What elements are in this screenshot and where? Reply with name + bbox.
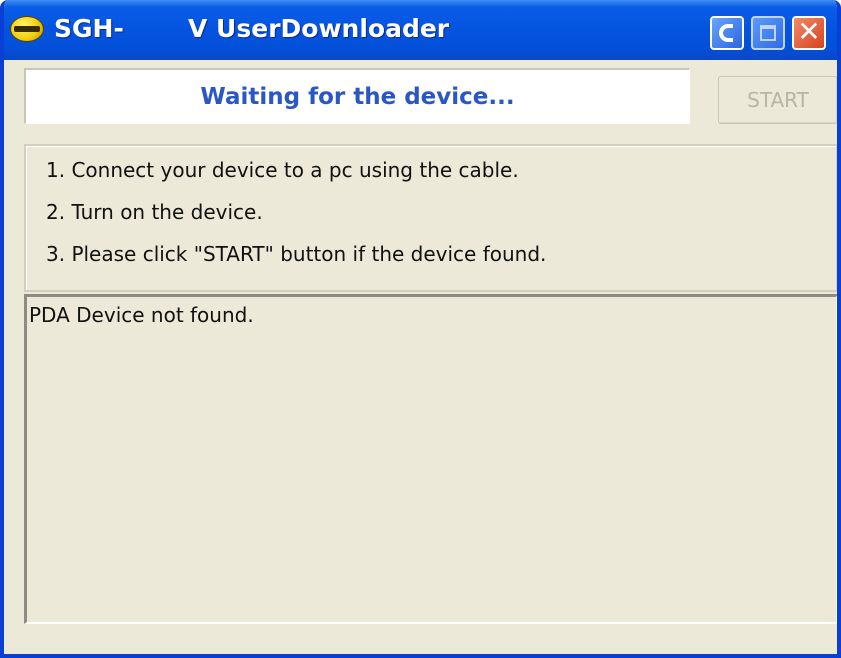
window-title: V UserDownloader bbox=[188, 14, 450, 43]
minimize-icon bbox=[719, 24, 733, 42]
status-display: Waiting for the device... bbox=[24, 68, 690, 124]
app-window: SGH- V UserDownloader ✕ Waiting for the … bbox=[0, 0, 841, 658]
app-logo-icon bbox=[10, 16, 44, 42]
title-bar[interactable]: SGH- V UserDownloader ✕ bbox=[4, 0, 837, 60]
instruction-step-1: 1. Connect your device to a pc using the… bbox=[46, 158, 519, 182]
minimize-button[interactable] bbox=[710, 16, 744, 50]
log-line: PDA Device not found. bbox=[29, 303, 254, 327]
close-button[interactable]: ✕ bbox=[792, 15, 826, 50]
window-title-prefix: SGH- bbox=[54, 14, 124, 43]
instruction-step-2: 2. Turn on the device. bbox=[46, 200, 263, 224]
maximize-icon bbox=[760, 25, 776, 41]
instructions-panel: 1. Connect your device to a pc using the… bbox=[24, 144, 837, 292]
status-message: Waiting for the device... bbox=[200, 84, 515, 110]
start-button[interactable]: START bbox=[718, 76, 837, 124]
instruction-step-3: 3. Please click "START" button if the de… bbox=[46, 242, 547, 266]
log-output[interactable]: PDA Device not found. bbox=[24, 294, 837, 624]
maximize-button[interactable] bbox=[751, 16, 785, 50]
close-icon: ✕ bbox=[797, 15, 821, 48]
